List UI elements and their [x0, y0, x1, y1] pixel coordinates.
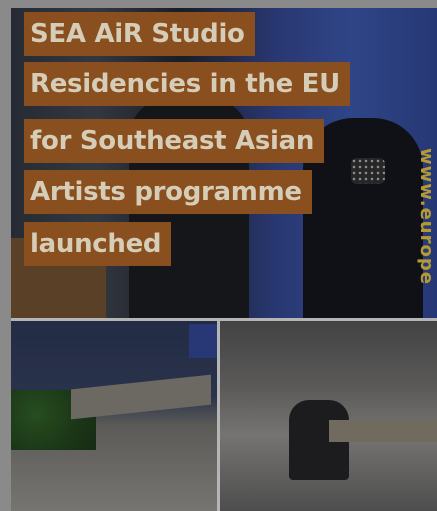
headline-line-5: launched	[24, 222, 172, 266]
headline-line-1: SEA AiR Studio	[24, 12, 255, 56]
headline-line-3: for Southeast Asian	[24, 119, 325, 163]
headline-line-4: Artists programme	[24, 170, 312, 214]
headline-line-2: Residencies in the EU	[24, 62, 350, 106]
article-card[interactable]: www.europe SEA AiR Studio Residencies in…	[11, 8, 437, 511]
